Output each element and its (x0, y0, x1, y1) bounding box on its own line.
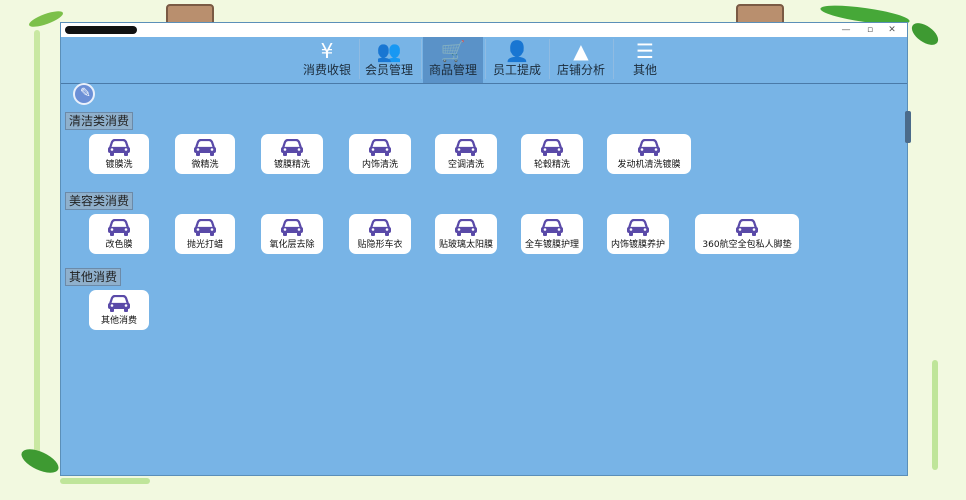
redacted-title (65, 26, 137, 34)
service-label: 贴玻璃太阳膜 (438, 240, 493, 250)
menu-icon: ☰ (636, 39, 654, 63)
app-window: — ▫ ✕ ¥ 消费收银 👥 会员管理 🛒 商品管理 👤 员工提成 ▲ 店铺分析 (60, 22, 911, 476)
service-label: 改色膜 (105, 240, 133, 250)
nav-label: 会员管理 (364, 63, 413, 77)
car-icon (540, 218, 564, 241)
service-button[interactable]: 全车镀膜护理 (521, 214, 583, 254)
service-button[interactable]: 空调清洗 (435, 134, 497, 174)
service-button[interactable]: 镀膜洗 (89, 134, 149, 174)
service-button[interactable]: 微精洗 (175, 134, 235, 174)
car-icon (280, 138, 304, 161)
nav-divider (613, 39, 614, 79)
car-icon (107, 294, 131, 317)
pencil-icon: ✎ (80, 86, 91, 101)
car-icon (368, 138, 392, 161)
service-label: 轮毂精洗 (533, 160, 570, 170)
nav-item-staff-commission[interactable]: 👤 员工提成 (487, 37, 547, 83)
service-button[interactable]: 其他消费 (89, 290, 149, 330)
back-button[interactable]: ✎ (73, 83, 95, 105)
service-label: 内饰清洗 (361, 160, 398, 170)
nav-divider (549, 39, 550, 79)
service-button[interactable]: 轮毂精洗 (521, 134, 583, 174)
nav-item-other[interactable]: ☰ 其他 (615, 37, 675, 83)
nav-divider (421, 39, 422, 79)
nav-label: 员工提成 (492, 63, 541, 77)
service-button[interactable]: 抛光打蜡 (175, 214, 235, 254)
cart-icon: 🛒 (440, 39, 466, 63)
service-button[interactable]: 发动机清洗镀膜 (607, 134, 691, 174)
nav-underline (61, 83, 907, 84)
top-navigation: ¥ 消费收银 👥 会员管理 🛒 商品管理 👤 员工提成 ▲ 店铺分析 ☰ 其他 (61, 37, 907, 83)
service-label: 内饰镀膜养护 (610, 240, 665, 250)
car-icon (626, 218, 650, 241)
service-button[interactable]: 氧化层去除 (261, 214, 323, 254)
service-label: 发动机清洗镀膜 (617, 160, 681, 170)
service-label: 贴隐形车衣 (357, 240, 403, 250)
service-label: 氧化层去除 (269, 240, 315, 250)
service-button[interactable]: 贴隐形车衣 (349, 214, 411, 254)
car-icon (280, 218, 304, 241)
yen-icon: ¥ (320, 39, 334, 63)
service-label: 微精洗 (191, 160, 219, 170)
nav-label: 消费收银 (302, 63, 351, 77)
nav-item-checkout[interactable]: ¥ 消费收银 (297, 37, 357, 83)
nav-item-store-analysis[interactable]: ▲ 店铺分析 (551, 37, 611, 83)
service-label: 360航空全包私人脚垫 (702, 240, 792, 250)
service-button[interactable]: 改色膜 (89, 214, 149, 254)
service-label: 全车镀膜护理 (524, 240, 579, 250)
car-icon (637, 138, 661, 161)
leaf-decoration-bottom-left (18, 444, 62, 478)
service-button[interactable]: 内饰清洗 (349, 134, 411, 174)
service-label: 镀膜洗 (105, 160, 133, 170)
vine-decoration-left (34, 30, 40, 460)
car-icon (368, 218, 392, 241)
category-label-other: 其他消费 (65, 268, 122, 286)
nav-label: 店铺分析 (556, 63, 605, 77)
vine-decoration-bottom (60, 478, 150, 484)
car-icon (454, 138, 478, 161)
car-icon (735, 218, 759, 241)
category-label-beauty: 美容类消费 (65, 192, 134, 210)
nav-item-products[interactable]: 🛒 商品管理 (423, 37, 483, 83)
title-bar: — ▫ ✕ (61, 23, 907, 37)
staff-icon: 👤 (504, 39, 530, 63)
car-icon (540, 138, 564, 161)
service-label: 空调清洗 (447, 160, 484, 170)
maximize-button[interactable]: ▫ (859, 23, 881, 37)
chart-icon: ▲ (573, 39, 589, 63)
nav-item-members[interactable]: 👥 会员管理 (359, 37, 419, 83)
service-label: 抛光打蜡 (186, 240, 223, 250)
members-icon: 👥 (376, 39, 402, 63)
scrollbar-handle[interactable] (905, 111, 911, 143)
service-button[interactable]: 镀膜精洗 (261, 134, 323, 174)
car-icon (193, 218, 217, 241)
nav-label: 商品管理 (428, 63, 477, 77)
car-icon (107, 218, 131, 241)
nav-divider (485, 39, 486, 79)
vine-decoration-right (932, 360, 938, 470)
service-button[interactable]: 贴玻璃太阳膜 (435, 214, 497, 254)
car-icon (193, 138, 217, 161)
service-label: 镀膜精洗 (273, 160, 310, 170)
nav-label: 其他 (632, 63, 657, 77)
minimize-button[interactable]: — (835, 23, 857, 37)
service-button[interactable]: 360航空全包私人脚垫 (695, 214, 799, 254)
leaf-decoration-right (908, 18, 942, 50)
car-icon (454, 218, 478, 241)
category-label-cleaning: 清洁类消费 (65, 112, 134, 130)
service-button[interactable]: 内饰镀膜养护 (607, 214, 669, 254)
service-label: 其他消费 (100, 316, 137, 326)
close-button[interactable]: ✕ (881, 23, 903, 37)
car-icon (107, 138, 131, 161)
